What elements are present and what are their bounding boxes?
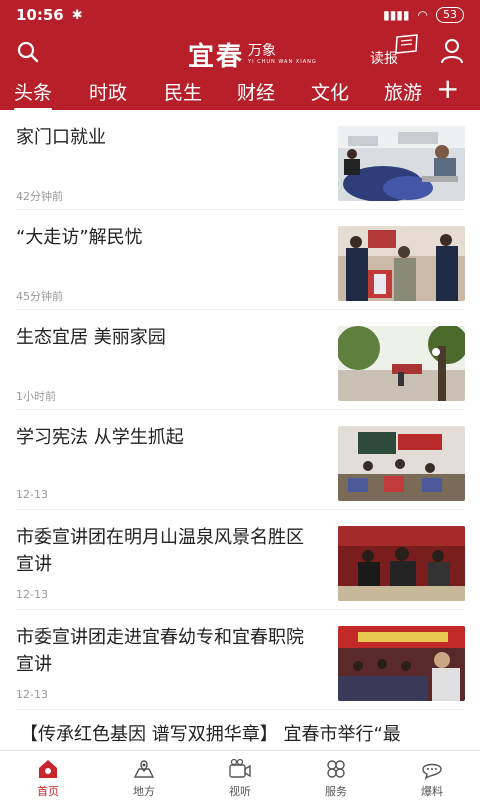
- profile-icon[interactable]: [440, 38, 464, 64]
- services-icon: [327, 760, 345, 778]
- news-title: 生态宜居 美丽家园: [16, 327, 166, 348]
- logo-small-text: YI CHUN WAN XIANG: [248, 59, 317, 65]
- nav-home[interactable]: 首页: [0, 751, 96, 801]
- news-item[interactable]: 市委宣讲团走进宜春幼专和宜春职院宣讲 12-13: [0, 610, 480, 710]
- bottom-navigation: 首页 地方 视听 服务 爆料: [0, 750, 480, 801]
- nav-label: 地方: [133, 785, 155, 798]
- news-thumbnail: [338, 226, 465, 301]
- wifi-icon: ◠: [417, 8, 428, 22]
- news-time: 12-13: [16, 588, 48, 601]
- news-item[interactable]: 生态宜居 美丽家园 1小时前: [0, 310, 480, 410]
- news-title: 家门口就业: [16, 127, 106, 148]
- search-icon[interactable]: [16, 40, 40, 64]
- news-time: 45分钟前: [16, 290, 63, 303]
- video-icon: [229, 758, 251, 778]
- nav-report[interactable]: 爆料: [384, 751, 480, 801]
- news-title: 市委宣讲团走进宜春幼专和宜春职院宣讲: [16, 627, 304, 675]
- nav-label: 视听: [229, 785, 251, 798]
- nav-label: 服务: [325, 785, 347, 798]
- news-time: 42分钟前: [16, 190, 63, 203]
- news-item[interactable]: 市委宣讲团在明月山温泉风景名胜区宣讲 12-13: [0, 510, 480, 610]
- nav-label: 爆料: [421, 785, 443, 798]
- status-icons: ▮▮▮▮ ◠ 53: [383, 7, 464, 23]
- tab-finance[interactable]: 财经: [237, 78, 275, 105]
- app-logo: 宜春 万象 YI CHUN WAN XIANG: [188, 36, 317, 73]
- news-time: 12-13: [16, 488, 48, 501]
- logo-sub: 万象 YI CHUN WAN XIANG: [248, 44, 317, 65]
- tab-headlines[interactable]: 头条: [14, 78, 53, 111]
- home-icon: [39, 760, 57, 778]
- map-pin-icon: [133, 760, 155, 778]
- divider: [16, 709, 464, 710]
- tab-travel[interactable]: 旅游: [384, 78, 422, 105]
- bluetooth-icon: ✱: [71, 7, 83, 23]
- nav-media[interactable]: 视听: [192, 751, 288, 801]
- news-item[interactable]: 学习宪法 从学生抓起 12-13: [0, 410, 480, 510]
- nav-label: 首页: [37, 785, 59, 798]
- news-title: “大走访”解民忧: [16, 227, 143, 248]
- logo-sub-text: 万象: [248, 43, 277, 59]
- logo-main-text: 宜春: [188, 42, 245, 72]
- status-time: 10:56: [16, 6, 64, 24]
- tab-politics[interactable]: 时政: [89, 78, 127, 105]
- app-header: 宜春 万象 YI CHUN WAN XIANG 读报: [0, 30, 480, 72]
- chat-icon: [422, 763, 442, 781]
- news-title: 市委宣讲团在明月山温泉风景名胜区宣讲: [16, 527, 304, 575]
- headline-banner[interactable]: 【传承红色基因 谱写双拥华章】 宜春市举行“最: [20, 720, 401, 746]
- news-title: 学习宪法 从学生抓起: [16, 427, 184, 448]
- news-item[interactable]: 家门口就业 42分钟前: [0, 110, 480, 210]
- tab-livelihood[interactable]: 民生: [164, 78, 202, 105]
- add-tab-button[interactable]: +: [436, 72, 459, 105]
- news-thumbnail: [338, 626, 465, 701]
- news-thumbnail: [338, 126, 465, 201]
- news-time: 1小时前: [16, 390, 56, 403]
- nav-services[interactable]: 服务: [288, 751, 384, 801]
- news-item[interactable]: “大走访”解民忧 45分钟前: [0, 210, 480, 310]
- newspaper-icon: [395, 34, 418, 54]
- status-bar: 10:56 ✱ ▮▮▮▮ ◠ 53: [0, 0, 480, 30]
- signal-icon: ▮▮▮▮: [383, 8, 410, 22]
- category-tabs: 头条 时政 民生 财经 文化 旅游 +: [0, 72, 480, 111]
- battery-indicator: 53: [436, 7, 464, 23]
- news-time: 12-13: [16, 688, 48, 701]
- news-thumbnail: [338, 326, 465, 401]
- tab-culture[interactable]: 文化: [311, 78, 349, 105]
- news-thumbnail: [338, 526, 465, 601]
- nav-local[interactable]: 地方: [96, 751, 192, 801]
- news-thumbnail: [338, 426, 465, 501]
